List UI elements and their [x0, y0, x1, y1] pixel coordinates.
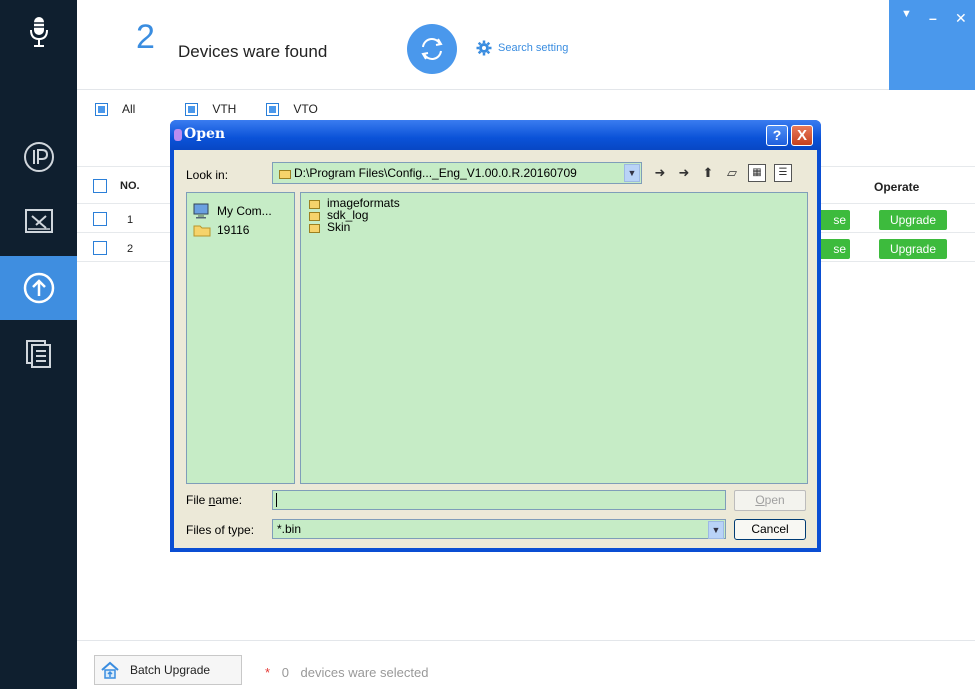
- look-in-label: Look in:: [186, 168, 229, 182]
- file-name: Skin: [327, 220, 351, 234]
- row-checkbox[interactable]: [93, 212, 107, 226]
- dialog-body: Look in: D:\Program Files\Config..._Eng_…: [174, 150, 817, 548]
- detail-view-icon[interactable]: ☰: [774, 164, 792, 182]
- chevron-down-icon[interactable]: ▼: [624, 164, 640, 182]
- row-no: 1: [127, 214, 134, 226]
- footer: Batch Upgrade * 0 devices ware selected: [77, 640, 975, 689]
- sidebar-microphone-button[interactable]: [0, 0, 77, 64]
- folder-icon: [309, 211, 320, 221]
- filter-vth-checkbox[interactable]: [185, 102, 199, 116]
- open-button[interactable]: Open: [734, 490, 806, 511]
- sidebar-log-button[interactable]: [0, 322, 77, 386]
- filter-vto[interactable]: VTO: [266, 102, 318, 116]
- upgrade-button[interactable]: Upgrade: [879, 210, 947, 230]
- document-list-icon: [25, 340, 51, 368]
- browse-button[interactable]: se: [817, 210, 850, 230]
- home-upgrade-icon: [101, 661, 119, 679]
- sidebar-upgrade-button[interactable]: [0, 256, 77, 320]
- filter-all-label: All: [122, 102, 136, 116]
- refresh-icon: [421, 38, 443, 60]
- nav-toolbar: ➜ ➜ ⬆ ▱ ▦ ☰: [652, 164, 792, 182]
- minimize-icon[interactable]: –: [929, 10, 937, 26]
- sidebar-tools-button[interactable]: [0, 189, 77, 253]
- sidebar-ip-button[interactable]: [0, 125, 77, 189]
- microphone-icon: [29, 17, 48, 47]
- place-label: 19116: [217, 223, 250, 237]
- folder-icon: [309, 223, 320, 233]
- column-operate: Operate: [874, 180, 920, 194]
- upload-icon: [23, 272, 54, 304]
- selected-text: devices ware selected: [300, 665, 429, 680]
- place-my-computer[interactable]: My Com...: [193, 203, 272, 219]
- column-no: NO.: [120, 180, 140, 192]
- up-folder-icon[interactable]: ⬆: [700, 165, 716, 181]
- tools-icon: [24, 209, 53, 233]
- ip-icon: [23, 142, 54, 172]
- device-count: 2: [136, 18, 155, 56]
- close-icon[interactable]: ✕: [955, 10, 967, 27]
- help-button[interactable]: ?: [766, 125, 788, 146]
- filter-row: All VTH VTO: [95, 102, 348, 116]
- gear-icon: [476, 40, 492, 56]
- devices-found-label: Devices ware found: [178, 42, 328, 61]
- forward-icon[interactable]: ➜: [676, 165, 692, 181]
- sidebar: [0, 0, 77, 689]
- dialog-close-button[interactable]: X: [791, 125, 813, 146]
- folder-icon: [193, 225, 211, 237]
- select-all-checkbox[interactable]: [93, 179, 107, 193]
- filter-vto-checkbox[interactable]: [266, 102, 280, 116]
- place-19116[interactable]: 19116: [193, 223, 249, 237]
- filter-vth[interactable]: VTH: [185, 102, 236, 116]
- window-controls: ▼ – ✕: [889, 0, 975, 90]
- search-setting-label: Search setting: [498, 42, 569, 54]
- look-in-combo[interactable]: D:\Program Files\Config..._Eng_V1.00.0.R…: [272, 162, 642, 184]
- upgrade-button[interactable]: Upgrade: [879, 239, 947, 259]
- browse-button[interactable]: se: [817, 239, 850, 259]
- app-window: 2 Devices ware found Search setting ▼ – …: [0, 0, 975, 689]
- list-item[interactable]: Skin: [309, 221, 350, 233]
- folder-icon: [309, 199, 320, 209]
- place-label: My Com...: [217, 204, 272, 218]
- cancel-button[interactable]: Cancel: [734, 519, 806, 540]
- file-name-label: File name:: [186, 493, 243, 507]
- file-list: imageformats sdk_log Skin: [300, 192, 808, 484]
- look-in-path: D:\Program Files\Config..._Eng_V1.00.0.R…: [294, 166, 577, 180]
- filter-all[interactable]: All: [95, 102, 135, 116]
- row-no: 2: [127, 243, 134, 255]
- filter-vth-label: VTH: [212, 102, 237, 116]
- dialog-titlebar[interactable]: Open ? X: [170, 120, 821, 150]
- selected-count: 0: [281, 665, 289, 680]
- app-icon: [174, 129, 182, 141]
- chevron-down-icon[interactable]: ▼: [708, 521, 724, 539]
- my-computer-icon: [193, 203, 209, 219]
- file-name-input[interactable]: [272, 490, 726, 510]
- places-panel: My Com... 19116: [186, 192, 295, 484]
- header: 2 Devices ware found Search setting ▼ – …: [77, 0, 975, 90]
- refresh-button[interactable]: [407, 24, 457, 74]
- open-file-dialog: Open ? X Look in: D:\Program Files\Confi…: [170, 120, 821, 552]
- dialog-title: Open: [184, 126, 226, 142]
- filter-vto-label: VTO: [293, 102, 318, 116]
- files-of-type-select[interactable]: *.bin ▼: [272, 519, 726, 539]
- files-of-type-label: Files of type:: [186, 523, 255, 537]
- dropdown-icon[interactable]: ▼: [901, 8, 912, 20]
- back-icon[interactable]: ➜: [652, 165, 668, 181]
- folder-icon: [279, 169, 291, 179]
- new-folder-icon[interactable]: ▱: [724, 165, 740, 181]
- batch-upgrade-button[interactable]: Batch Upgrade: [94, 655, 242, 685]
- batch-upgrade-label: Batch Upgrade: [130, 663, 211, 677]
- text-caret: [276, 493, 277, 507]
- list-view-icon[interactable]: ▦: [748, 164, 766, 182]
- required-star: *: [265, 665, 271, 680]
- search-setting-link[interactable]: Search setting: [476, 40, 568, 56]
- selection-info: * 0 devices ware selected: [265, 665, 428, 680]
- filter-all-checkbox[interactable]: [95, 102, 108, 116]
- files-of-type-value: *.bin: [277, 522, 302, 536]
- row-checkbox[interactable]: [93, 241, 107, 255]
